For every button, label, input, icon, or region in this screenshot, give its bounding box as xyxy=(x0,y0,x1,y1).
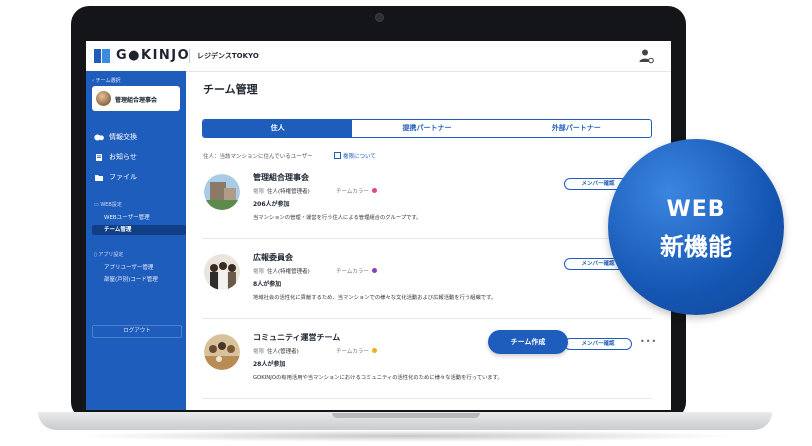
team-member-count: 28人が参加 xyxy=(253,361,286,368)
page-title: チーム管理 xyxy=(203,83,258,96)
team-role: 権限 住人(特権管理者) xyxy=(253,269,310,275)
chat-icon xyxy=(94,134,104,140)
color-dot-icon xyxy=(371,268,377,273)
tab-residents[interactable]: 住人 xyxy=(203,120,353,137)
org-avatar xyxy=(96,91,111,106)
web-settings-section-label: ▭ WEB設定 xyxy=(94,202,122,208)
team-member-count: 8人が参加 xyxy=(253,281,282,288)
team-photo xyxy=(204,174,240,210)
tab-external-partners[interactable]: 外部パートナー xyxy=(502,120,651,137)
check-members-button[interactable]: メンバー確認 xyxy=(564,338,632,350)
color-dot-icon xyxy=(371,348,377,353)
team-name: 広報委員会 xyxy=(253,253,293,262)
laptop-shadow xyxy=(70,430,740,442)
notice-icon xyxy=(96,153,102,161)
authority-info-link[interactable]: 権限について xyxy=(334,152,376,160)
more-options-icon[interactable]: ••• xyxy=(640,337,657,346)
building-name: レジデンスTOKYO xyxy=(197,52,259,60)
org-switcher[interactable]: 管理組合理事会 xyxy=(92,86,180,111)
folder-icon xyxy=(95,174,103,181)
team-type-tabs: 住人 提携パートナー 外部パートナー xyxy=(202,119,652,138)
team-description: 地域社会の活性化に貢献するため、当マンションでの様々な文化活動および広報活動を行… xyxy=(253,295,497,301)
badge-line-2: 新機能 xyxy=(660,233,732,261)
header-divider xyxy=(189,49,190,63)
team-card: 管理組合理事会 権限 住人(特権管理者) チームカラー 206人が参加 当マンショ… xyxy=(202,168,652,239)
team-name: 管理組合理事会 xyxy=(253,173,309,182)
sidebar-item-room-codes[interactable]: 部屋(戸別)コード管理 xyxy=(104,275,158,283)
tab-affiliated-partners[interactable]: 提携パートナー xyxy=(352,120,501,137)
team-name: コミュニティ運営チーム xyxy=(253,333,341,342)
back-to-team-select-link[interactable]: ‹ チーム選択 xyxy=(92,77,120,84)
team-color: チームカラー xyxy=(336,187,377,195)
sidebar-item-label: 情報交換 xyxy=(109,133,137,141)
camera-icon xyxy=(375,13,384,22)
team-photo xyxy=(204,254,240,290)
team-description: GOKINJOの有用活用や当マンションにおけるコミュニティの活性化のために様々な… xyxy=(253,375,503,381)
web-new-feature-badge: WEB 新機能 xyxy=(608,139,784,315)
color-dot-icon xyxy=(371,188,377,193)
team-member-count: 206人が参加 xyxy=(253,201,290,208)
sidebar-item-web-users[interactable]: WEBユーザー管理 xyxy=(104,213,150,221)
badge-line-1: WEB xyxy=(666,197,726,222)
sidebar-item-team-management[interactable]: チーム管理 xyxy=(92,225,186,235)
logout-button[interactable]: ログアウト xyxy=(92,325,182,338)
sidebar-item-label: ファイル xyxy=(109,173,137,181)
tab-description: 住人：当該マンションに住んでいるユーザー xyxy=(203,154,313,160)
sidebar-item-label: お知らせ xyxy=(109,153,137,161)
sidebar-item-info-exchange[interactable]: 情報交換 xyxy=(94,132,137,142)
sidebar: ‹ チーム選択 管理組合理事会 情報交換 お知らせ ファイル ▭ WEB設定 W… xyxy=(86,71,186,410)
sidebar-item-files[interactable]: ファイル xyxy=(94,172,137,182)
team-color: チームカラー xyxy=(336,347,377,355)
user-settings-icon[interactable] xyxy=(638,48,654,64)
app-settings-section-label: ▯ アプリ設定 xyxy=(94,252,124,258)
laptop-notch xyxy=(332,413,480,418)
app-logo[interactable]: G●KINJO xyxy=(116,48,190,63)
app-header: G●KINJO レジデンスTOKYO xyxy=(86,41,671,72)
gokinjo-logo-icon xyxy=(94,49,110,63)
book-icon xyxy=(334,152,341,159)
sidebar-item-app-users[interactable]: アプリユーザー管理 xyxy=(104,263,153,271)
team-color: チームカラー xyxy=(336,267,377,275)
team-role: 権限 住人(管理者) xyxy=(253,349,299,355)
app-screen: G●KINJO レジデンスTOKYO ‹ チーム選択 管理組合理事会 情報交換 … xyxy=(86,41,671,410)
create-team-button[interactable]: チーム作成 xyxy=(488,330,568,354)
org-name: 管理組合理事会 xyxy=(115,97,158,104)
team-description: 当マンションの管理・運営を行う住人による管理組合のグループです。 xyxy=(253,215,422,221)
team-role: 権限 住人(特権管理者) xyxy=(253,189,310,195)
team-card: 広報委員会 権限 住人(特権管理者) チームカラー 8人が参加 地域社会の活性化に… xyxy=(202,248,652,319)
team-card: コミュニティ運営チーム 権限 住人(管理者) チームカラー 28人が参加 GOKI… xyxy=(202,328,656,399)
sidebar-item-notices[interactable]: お知らせ xyxy=(94,152,137,162)
team-photo xyxy=(204,334,240,370)
